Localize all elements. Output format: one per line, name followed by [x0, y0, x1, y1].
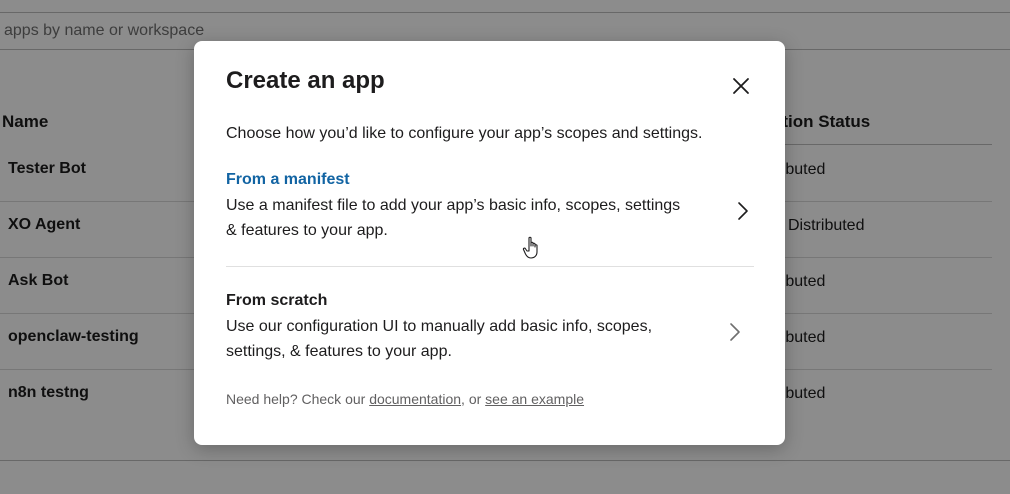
- from-manifest-option[interactable]: From a manifest Use a manifest file to a…: [226, 171, 754, 266]
- option-title: From a manifest: [226, 171, 350, 188]
- option-description: Use a manifest file to add your app’s ba…: [226, 197, 681, 239]
- option-description: Use our configuration UI to manually add…: [226, 318, 653, 360]
- documentation-link[interactable]: documentation: [369, 391, 461, 407]
- modal-description: Choose how you’d like to configure your …: [226, 125, 703, 142]
- see-example-link[interactable]: see an example: [485, 391, 584, 407]
- hand-cursor-icon: [522, 236, 538, 259]
- help-prefix: Need help? Check our: [226, 391, 370, 407]
- help-text: Need help? Check our documentation, or s…: [226, 391, 584, 407]
- from-scratch-option[interactable]: From scratch Use our configuration UI to…: [226, 292, 754, 387]
- chevron-right-icon: [738, 202, 748, 220]
- close-button[interactable]: [726, 71, 756, 101]
- close-icon: [733, 78, 749, 94]
- chevron-right-icon: [730, 323, 740, 341]
- option-title: From scratch: [226, 292, 328, 309]
- modal-title: Create an app: [226, 67, 385, 94]
- help-middle: , or: [461, 391, 486, 407]
- option-divider: [226, 266, 754, 267]
- create-app-modal: Create an app Choose how you’d like to c…: [194, 41, 785, 445]
